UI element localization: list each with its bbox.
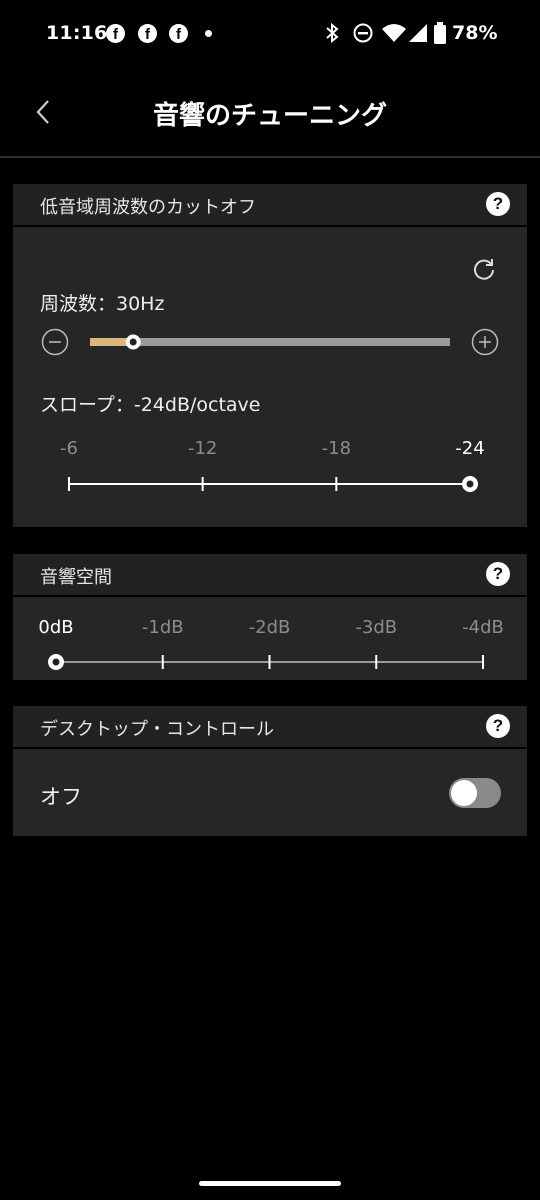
frequency-slider-track — [90, 338, 450, 346]
sound-space-slider[interactable] — [13, 649, 527, 675]
help-icon[interactable]: ? — [486, 562, 510, 586]
slope-slider-tick-label[interactable]: -18 — [322, 438, 351, 459]
slope-slider-tick-label[interactable]: -24 — [455, 438, 484, 459]
toggle-knob — [451, 780, 477, 806]
sound-space-section-body: 0dB -1dB -2dB -3dB -4dB — [13, 597, 527, 680]
help-icon[interactable]: ? — [486, 192, 510, 216]
home-indicator[interactable] — [199, 1181, 341, 1186]
sound-space-slider-tick-label[interactable]: -3dB — [355, 617, 397, 638]
frequency-slider-thumb-center — [129, 338, 137, 346]
decrease-frequency-button[interactable] — [41, 328, 69, 356]
frequency-slider[interactable] — [83, 331, 455, 353]
sound-space-slider-tick-label[interactable]: -4dB — [462, 617, 504, 638]
battery-percentage: 78% — [452, 22, 498, 44]
reset-icon[interactable] — [471, 256, 497, 282]
facebook-icon: f — [138, 24, 157, 43]
sound-space-slider-tick-label[interactable]: 0dB — [38, 617, 73, 638]
status-bar: 11:16 f f f 78% — [0, 0, 540, 68]
status-time: 11:16 — [46, 22, 108, 44]
bluetooth-icon — [326, 22, 339, 44]
help-icon[interactable]: ? — [486, 714, 510, 738]
bass-cutoff-section-body: 周波数：30Hz スロープ：-24dB/octave -6 -12 -18 -24 — [13, 227, 527, 527]
bass-cutoff-section-header: 低音域周波数のカットオフ ? — [13, 184, 527, 225]
do-not-disturb-icon — [353, 23, 373, 43]
slope-slider-tick-label[interactable]: -6 — [60, 438, 78, 459]
slope-label: スロープ：-24dB/octave — [40, 394, 261, 416]
cellular-signal-icon — [409, 24, 427, 42]
more-notifications-icon — [205, 30, 212, 37]
desktop-control-section-body: オフ — [13, 749, 527, 836]
desktop-control-value: オフ — [40, 785, 82, 809]
slope-slider[interactable] — [13, 469, 527, 499]
sound-space-slider-tick-label[interactable]: -2dB — [249, 617, 291, 638]
frequency-label: 周波数：30Hz — [40, 293, 165, 315]
app-header: 音響のチューニング — [0, 68, 540, 158]
battery-icon — [434, 22, 446, 44]
desktop-control-toggle[interactable] — [449, 778, 501, 808]
sound-space-slider-thumb-center — [52, 658, 60, 666]
slope-slider-tick-label[interactable]: -12 — [188, 438, 217, 459]
sound-space-slider-tick-label[interactable]: -1dB — [142, 617, 184, 638]
bass-cutoff-title: 低音域周波数のカットオフ — [40, 197, 256, 218]
sound-space-title: 音響空間 — [40, 567, 112, 588]
desktop-control-title: デスクトップ・コントロール — [40, 719, 274, 740]
sound-space-section-header: 音響空間 ? — [13, 554, 527, 595]
increase-frequency-button[interactable] — [471, 328, 499, 356]
facebook-icon: f — [169, 24, 188, 43]
desktop-control-section-header: デスクトップ・コントロール ? — [13, 706, 527, 747]
slope-slider-thumb-center — [466, 480, 474, 488]
facebook-icon: f — [106, 24, 125, 43]
page-title: 音響のチューニング — [152, 101, 387, 131]
wifi-icon — [382, 24, 406, 42]
